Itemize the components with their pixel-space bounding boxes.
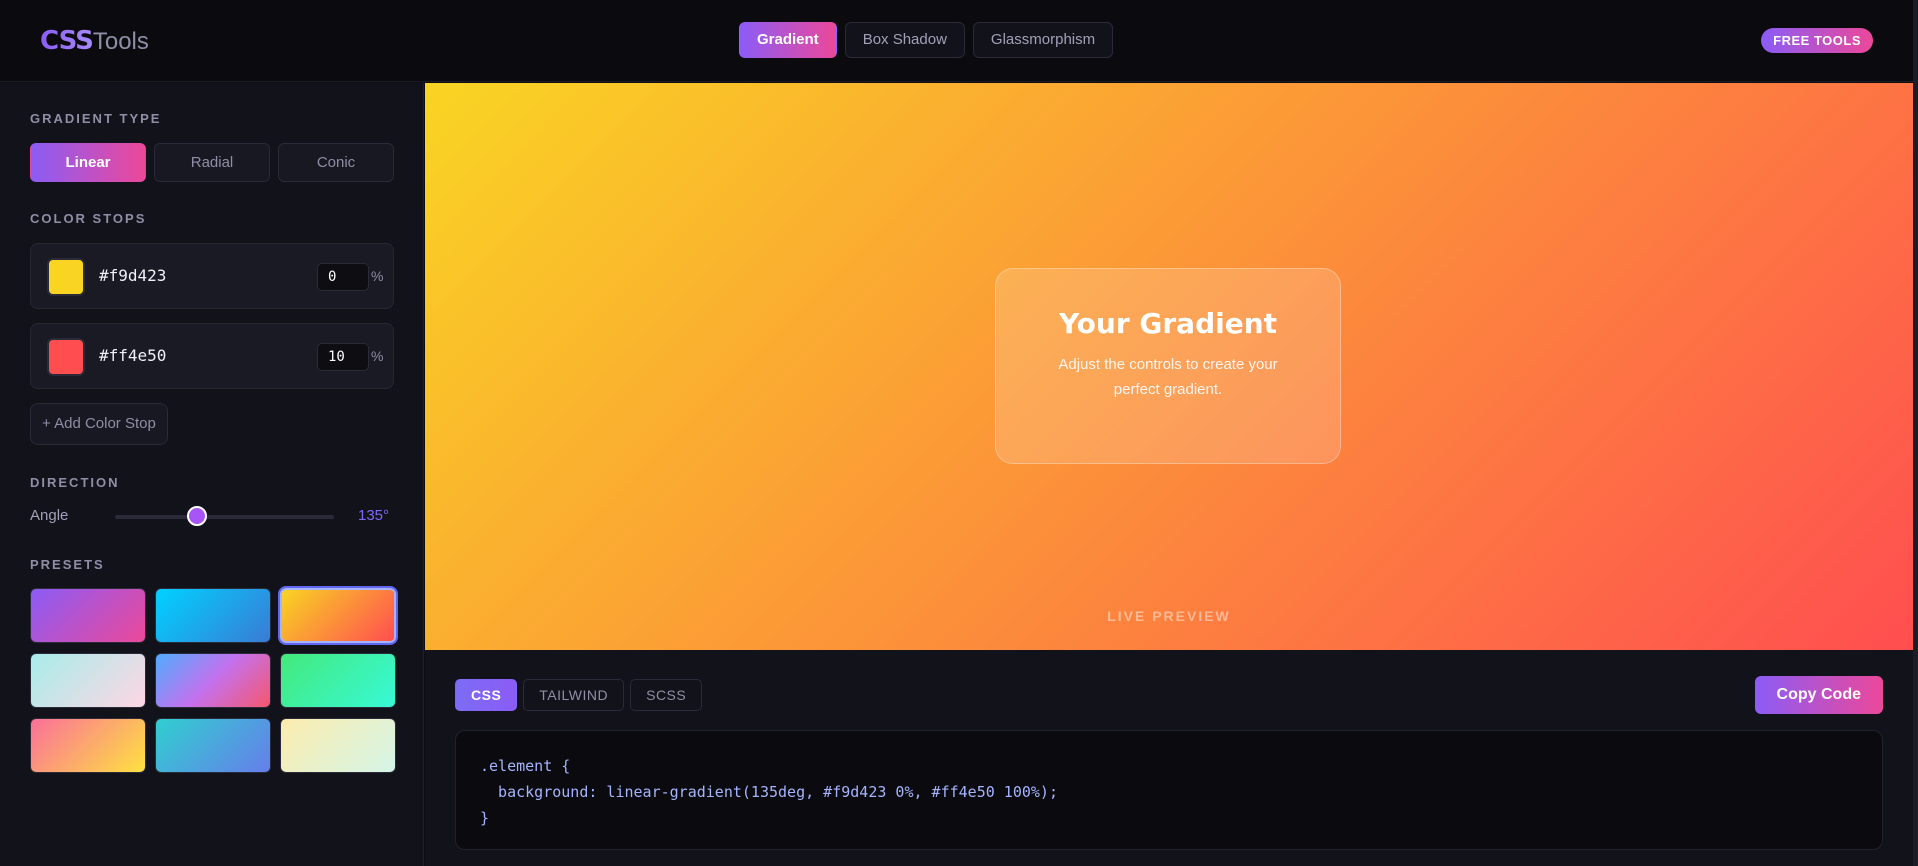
angle-slider-track[interactable] [115,515,334,519]
app-logo[interactable]: CSS Tools [40,26,149,57]
tab-css[interactable]: CSS [455,679,518,711]
tab-glassmorphism[interactable]: Glassmorphism [972,22,1114,58]
copy-code-button[interactable]: Copy Code [1754,676,1883,714]
type-linear-button[interactable]: Linear [30,143,146,182]
code-line: .element { [480,757,571,775]
preset-grid [30,588,396,773]
controls-sidebar: GRADIENT TYPE Linear Radial Conic COLOR … [0,83,424,866]
preset-swatch[interactable] [280,588,396,643]
color-stop-row: #f9d423 0 % [30,243,394,309]
gradient-type-heading: GRADIENT TYPE [30,111,162,126]
angle-slider-handle[interactable] [187,506,208,526]
tab-scss[interactable]: SCSS [630,679,703,711]
presets-heading: PRESETS [30,557,105,572]
code-output-panel: CSS TAILWIND SCSS Copy Code .element { b… [425,650,1913,866]
tab-gradient[interactable]: Gradient [739,22,837,58]
stop-position-input[interactable]: 0 [317,263,369,291]
preset-swatch[interactable] [155,718,271,773]
live-preview-label: LIVE PREVIEW [1107,608,1231,624]
window-scrollbar[interactable] [1913,0,1918,866]
code-line: } [480,809,490,827]
code-block[interactable]: .element { background: linear-gradient(1… [455,730,1883,850]
preset-swatch[interactable] [155,653,271,708]
code-format-tabs: CSS TAILWIND SCSS [455,679,703,711]
direction-heading: DIRECTION [30,475,120,490]
percent-unit: % [371,268,384,284]
preset-swatch[interactable] [280,718,396,773]
preset-swatch[interactable] [30,653,146,708]
preset-swatch[interactable] [155,588,271,643]
color-swatch[interactable] [47,338,85,376]
logo-bold-text: CSS [40,26,94,56]
preview-subtitle: Adjust the controls to create your perfe… [1058,356,1278,398]
color-stop-row: #ff4e50 10 % [30,323,394,389]
tool-tabs: Gradient Box Shadow Glassmorphism [739,22,1114,58]
angle-label: Angle [30,507,69,524]
stop-position-input[interactable]: 10 [317,343,369,371]
gradient-type-selector: Linear Radial Conic [30,143,394,182]
type-conic-button[interactable]: Conic [278,143,394,182]
preview-title: Your Gradient [1058,307,1278,340]
type-radial-button[interactable]: Radial [154,143,270,182]
color-swatch[interactable] [47,258,85,296]
logo-light-text: Tools [92,28,149,55]
gradient-preview: Your Gradient Adjust the controls to cre… [425,83,1913,650]
free-tools-badge: FREE TOOLS [1761,28,1873,53]
tab-tailwind[interactable]: TAILWIND [523,679,625,711]
preview-card: Your Gradient Adjust the controls to cre… [995,268,1341,464]
preset-swatch[interactable] [30,588,146,643]
add-color-stop-button[interactable]: + Add Color Stop [30,403,168,445]
color-stops-heading: COLOR STOPS [30,211,147,226]
color-stop-hex[interactable]: #ff4e50 [99,346,166,365]
top-header: CSS Tools Gradient Box Shadow Glassmorph… [0,0,1918,82]
percent-unit: % [371,348,384,364]
angle-value: 135° [358,507,390,524]
preset-swatch[interactable] [280,653,396,708]
preset-swatch[interactable] [30,718,146,773]
tab-box-shadow[interactable]: Box Shadow [844,22,965,58]
code-line: background: linear-gradient(135deg, #f9d… [480,783,1058,801]
color-stop-hex[interactable]: #f9d423 [99,266,166,285]
